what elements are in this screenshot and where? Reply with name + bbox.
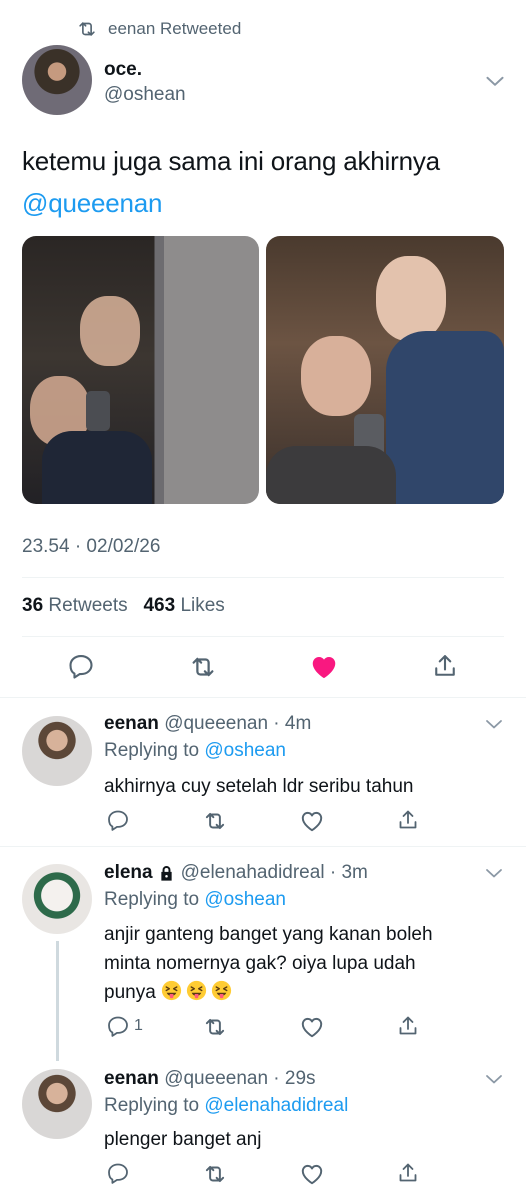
tweet-body: ketemu juga sama ini orang akhirnya (22, 146, 440, 176)
reply-button[interactable]: 1 (106, 1014, 143, 1038)
likes-count: 463 (143, 595, 176, 616)
like-button[interactable] (299, 1161, 325, 1187)
reply-button[interactable] (67, 652, 95, 680)
replying-to: Replying to @elenahadidreal (104, 1095, 348, 1117)
lock-icon (157, 864, 176, 883)
reply-text-fragment: punya (104, 982, 156, 1003)
replying-to: Replying to @oshean (104, 889, 286, 911)
reply-avatar[interactable] (22, 1069, 92, 1139)
chevron-down-icon[interactable] (482, 712, 506, 736)
reply-text-line: minta nomernya gak? oiya lupa udah (104, 953, 416, 974)
retweets-stat[interactable]: 36 Retweets (22, 595, 133, 616)
tweet-text: ketemu juga sama ini orang akhirnya @que… (22, 140, 502, 224)
share-button[interactable] (431, 652, 459, 680)
tweet-photo-1[interactable] (22, 236, 259, 504)
retweet-button[interactable] (202, 1161, 228, 1187)
tweet-stats: 36 Retweets 463 Likes (22, 595, 225, 617)
thread-line (56, 941, 59, 1061)
reply-tweet[interactable]: eenan @queeenan · 29s Replying to @elena… (0, 1057, 526, 1200)
retweets-count: 36 (22, 595, 44, 616)
retweet-button[interactable] (202, 808, 228, 834)
reply-tweet[interactable]: eenan @queeenan · 4m Replying to @oshean… (0, 698, 526, 846)
replying-to: Replying to @oshean (104, 740, 286, 762)
like-button[interactable] (299, 808, 325, 834)
replying-label: Replying to (104, 1095, 200, 1116)
reply-button[interactable] (106, 1161, 130, 1185)
reply-avatar[interactable] (22, 716, 92, 786)
replying-to-link[interactable]: @oshean (204, 889, 286, 910)
reply-text: anjir ganteng banget yang kanan boleh mi… (104, 920, 509, 1007)
reply-count: 1 (134, 1017, 143, 1034)
author-avatar[interactable] (22, 45, 92, 115)
reply-name[interactable]: eenan (104, 713, 159, 734)
reply-avatar[interactable] (22, 864, 92, 934)
replying-to-link[interactable]: @elenahadidreal (204, 1095, 348, 1116)
like-button[interactable] (299, 1014, 325, 1040)
tweet-photo-2[interactable] (266, 236, 504, 504)
like-button-liked-heart-icon[interactable] (309, 652, 339, 682)
replying-label: Replying to (104, 889, 200, 910)
retweet-button[interactable] (202, 1014, 228, 1040)
reply-time[interactable]: 3m (341, 862, 367, 884)
chevron-down-icon[interactable] (482, 1067, 506, 1091)
squinting-face-with-tongue-emoji (161, 982, 236, 1003)
reply-text: akhirnya cuy setelah ldr seribu tahun (104, 776, 414, 797)
divider (22, 577, 504, 578)
likes-stat[interactable]: 463 Likes (143, 595, 224, 616)
share-button[interactable] (396, 808, 420, 832)
reply-text-line: punya (104, 978, 509, 1007)
reply-header: elena @elenahadidreal · 3m (104, 862, 368, 884)
replying-label: Replying to (104, 740, 200, 761)
share-button[interactable] (396, 1161, 420, 1185)
author-handle[interactable]: @oshean (104, 84, 186, 106)
retweet-header: eenan Retweeted (76, 17, 241, 41)
reply-header: eenan @queeenan · 4m (104, 713, 312, 734)
reply-time[interactable]: 4m (285, 713, 311, 734)
reply-button[interactable] (106, 808, 130, 832)
retweet-button[interactable] (188, 652, 218, 682)
reply-header: eenan @queeenan · 29s (104, 1068, 316, 1089)
reply-handle[interactable]: @elenahadidreal (181, 862, 325, 884)
retweet-icon (76, 18, 98, 40)
reply-time[interactable]: 29s (285, 1068, 316, 1089)
retweets-label: Retweets (48, 595, 128, 616)
tweet-mention-link[interactable]: @queeenan (22, 182, 502, 224)
tweet-timestamp[interactable]: 23.54 · 02/02/26 (22, 536, 160, 558)
share-button[interactable] (396, 1014, 420, 1038)
reply-handle[interactable]: @queeenan (164, 1068, 268, 1089)
replying-to-link[interactable]: @oshean (204, 740, 286, 761)
reply-text-line: anjir ganteng banget yang kanan boleh (104, 924, 433, 945)
reply-name[interactable]: elena (104, 862, 153, 884)
retweeted-by-label[interactable]: eenan Retweeted (108, 19, 241, 39)
tweet-menu-chevron-icon[interactable] (482, 68, 508, 94)
likes-label: Likes (180, 595, 225, 616)
reply-handle[interactable]: @queeenan (164, 713, 268, 734)
author-name[interactable]: oce. (104, 59, 142, 81)
reply-tweet[interactable]: elena @elenahadidreal · 3m Replying to @… (0, 847, 526, 1061)
reply-name[interactable]: eenan (104, 1068, 159, 1089)
reply-text: plenger banget anj (104, 1129, 262, 1150)
chevron-down-icon[interactable] (482, 861, 506, 885)
divider (22, 636, 504, 637)
